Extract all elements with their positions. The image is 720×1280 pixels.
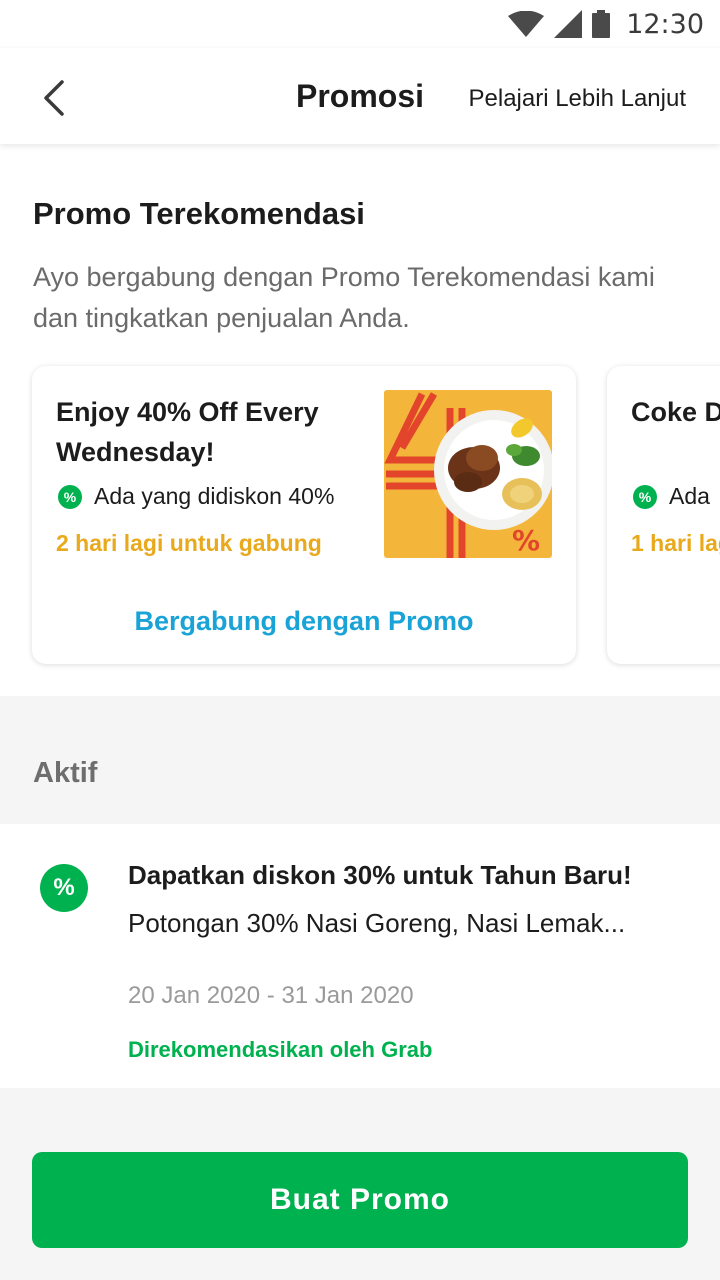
- discount-badge: % Ada: [633, 483, 710, 510]
- percent-icon: %: [40, 864, 88, 912]
- section-title: Promo Terekomendasi: [33, 196, 365, 231]
- app-bar: Promosi Pelajari Lebih Lanjut: [0, 48, 720, 144]
- promo-card[interactable]: Coke D % Ada 1 hari lag: [607, 366, 720, 664]
- recommended-section: Promo Terekomendasi Ayo bergabung dengan…: [0, 144, 720, 696]
- status-bar: 12:30: [0, 0, 720, 48]
- wifi-icon: [508, 11, 545, 37]
- active-section-header: Aktif: [0, 696, 720, 824]
- discount-badge: % Ada yang didiskon 40%: [58, 483, 334, 510]
- badge-text: Ada: [669, 483, 710, 509]
- status-time: 12:30: [626, 8, 704, 40]
- back-button[interactable]: [30, 74, 78, 122]
- promo-card[interactable]: Enjoy 40% Off Every Wednesday! % Ada yan…: [32, 366, 576, 664]
- promo-image: %: [384, 390, 552, 558]
- deadline-text: 2 hari lagi untuk gabung: [56, 530, 322, 556]
- join-promo-button[interactable]: Bergabung dengan Promo: [32, 606, 576, 637]
- percent-icon: %: [633, 484, 657, 509]
- bottom-bar: Buat Promo: [0, 1088, 720, 1280]
- battery-icon: [592, 10, 611, 38]
- active-label: Aktif: [33, 757, 98, 789]
- learn-more-link[interactable]: Pelajari Lebih Lanjut: [469, 85, 687, 113]
- percent-icon: %: [58, 484, 82, 509]
- recommended-by-label: Direkomendasikan oleh Grab: [128, 1037, 433, 1062]
- deadline-text: 1 hari lag: [631, 530, 720, 556]
- cell-signal-icon: [554, 10, 583, 38]
- promo-description: Potongan 30% Nasi Goreng, Nasi Lemak...: [128, 908, 626, 938]
- svg-text:%: %: [512, 524, 540, 557]
- section-subtitle: Ayo bergabung dengan Promo Terekomendasi…: [33, 262, 655, 333]
- card-title: Coke D: [631, 397, 720, 427]
- card-title: Enjoy 40% Off Every Wednesday!: [56, 397, 319, 467]
- active-promo-item[interactable]: % Dapatkan diskon 30% untuk Tahun Baru! …: [0, 824, 720, 1088]
- promo-dates: 20 Jan 2020 - 31 Jan 2020: [128, 982, 414, 1009]
- create-promo-button[interactable]: Buat Promo: [32, 1152, 688, 1248]
- badge-text: Ada yang didiskon 40%: [94, 483, 335, 509]
- chevron-left-icon: [44, 80, 64, 116]
- promo-title: Dapatkan diskon 30% untuk Tahun Baru!: [128, 860, 632, 890]
